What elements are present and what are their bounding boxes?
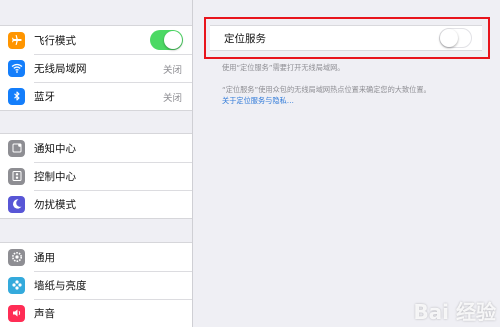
sidebar-item-general[interactable]: 通用 xyxy=(0,243,192,271)
do-not-disturb-moon-icon xyxy=(8,195,25,213)
sidebar-item-airplane-mode[interactable]: 飞行模式 xyxy=(0,26,192,54)
sidebar-item-label: 通知中心 xyxy=(34,142,76,155)
general-group: 通用 墙纸与亮度 声音 xyxy=(0,242,192,327)
wifi-required-note: 使用“定位服务”需要打开无线局域网。 xyxy=(222,63,345,72)
sidebar-item-notification-center[interactable]: 通知中心 xyxy=(0,134,192,162)
privacy-note-line: 关于定位服务与隐私… xyxy=(222,95,294,106)
location-explanation-note: “定位服务”使用众包的无线局域网热点位置来确定您的大致位置。 xyxy=(222,84,431,95)
sidebar-item-do-not-disturb[interactable]: 勿扰模式 xyxy=(0,190,192,218)
sidebar-item-label: 控制中心 xyxy=(34,171,76,183)
sidebar-item-label: 声音 xyxy=(34,308,55,320)
airplane-mode-toggle[interactable] xyxy=(150,30,183,50)
sidebar-item-wallpaper-brightness[interactable]: 墙纸与亮度 xyxy=(0,271,192,299)
notifications-group: 通知中心 控制中心 勿扰模式 xyxy=(0,133,192,219)
wifi-icon xyxy=(8,59,25,77)
sound-speaker-icon xyxy=(8,304,25,322)
sidebar-item-wifi[interactable]: 无线局域网 关闭 xyxy=(0,54,192,82)
baidu-jingyan-watermark: Bai 经验 xyxy=(413,300,496,324)
location-services-detail: 定位服务 使用“定位服务”需要打开无线局域网。 “定位服务”使用众包的无线局域网… xyxy=(194,0,500,327)
wifi-status-value: 关闭 xyxy=(162,64,182,76)
sidebar-item-label: 无线局域网 xyxy=(34,63,87,75)
sidebar-item-label: 蓝牙 xyxy=(34,91,55,103)
sidebar-item-sounds[interactable]: 声音 xyxy=(0,299,192,327)
sidebar-item-label: 飞行模式 xyxy=(34,34,76,47)
toggle-knob xyxy=(164,31,182,49)
notification-center-icon xyxy=(8,139,25,157)
sidebar-item-label: 通用 xyxy=(34,251,55,264)
airplane-icon xyxy=(8,31,25,49)
bluetooth-icon xyxy=(8,87,25,105)
sidebar-item-control-center[interactable]: 控制中心 xyxy=(0,162,192,190)
gear-icon xyxy=(8,248,25,266)
connectivity-group: 飞行模式 无线局域网 关闭 蓝牙 关闭 xyxy=(0,25,192,111)
wallpaper-flower-icon xyxy=(8,276,25,294)
sidebar-item-label: 勿扰模式 xyxy=(34,199,76,211)
privacy-link[interactable]: 关于定位服务与隐私… xyxy=(222,96,294,105)
sidebar-item-label: 墙纸与亮度 xyxy=(34,280,87,292)
bluetooth-status-value: 关闭 xyxy=(162,92,182,104)
settings-sidebar: 飞行模式 无线局域网 关闭 蓝牙 关闭 通知中心 控制中心 勿扰模式 通用 墙纸… xyxy=(0,0,193,327)
control-center-icon xyxy=(8,167,25,185)
red-highlight-box xyxy=(204,17,490,59)
sidebar-item-bluetooth[interactable]: 蓝牙 关闭 xyxy=(0,82,192,110)
location-explanation-text: “定位服务”使用众包的无线局域网热点位置来确定您的大致位置。 xyxy=(222,85,431,94)
